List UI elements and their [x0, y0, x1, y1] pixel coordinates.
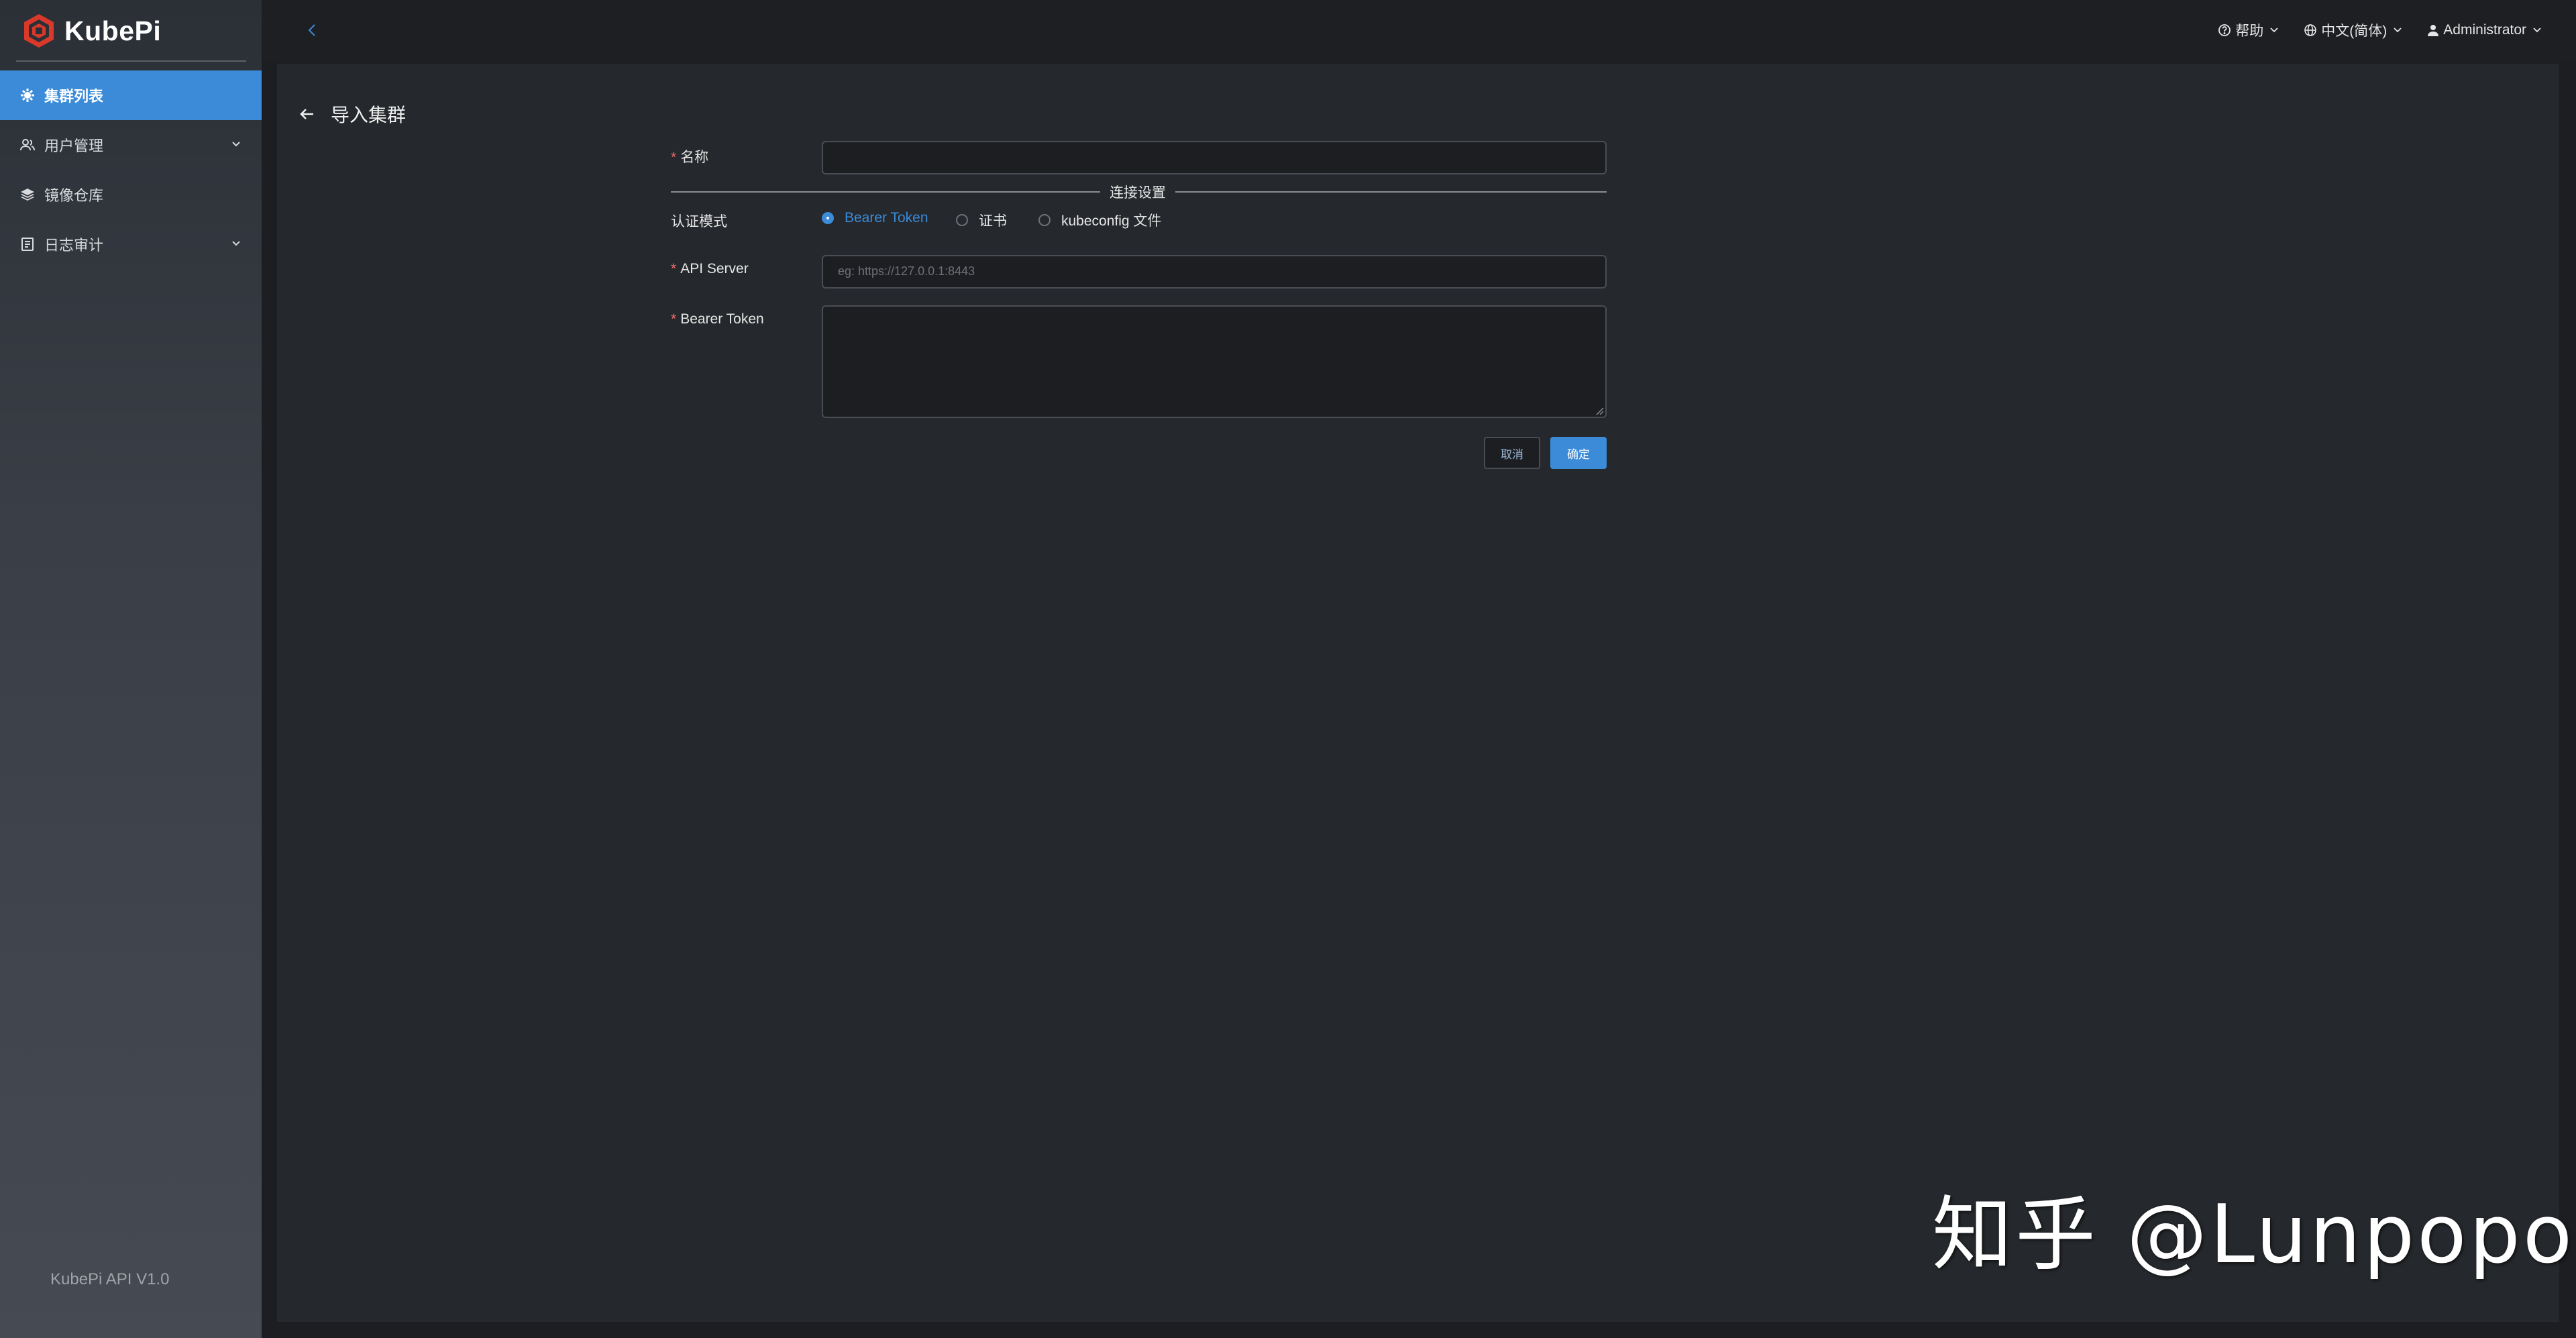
- connection-settings-title: 连接设置: [1100, 182, 1175, 202]
- api-server-label-text: API Server: [680, 261, 749, 276]
- chevron-down-icon: [232, 142, 240, 147]
- sidebar-item-label: 用户管理: [44, 138, 104, 154]
- bearer-token-textarea[interactable]: [822, 305, 1607, 418]
- sidebar-item-user-management[interactable]: 用户管理: [0, 120, 262, 170]
- radio-certificate[interactable]: 证书: [956, 210, 1007, 230]
- top-header: 帮助 中文(简体) Administrator: [262, 0, 2576, 60]
- app-logo[interactable]: KubePi: [20, 12, 161, 50]
- cluster-icon: [20, 88, 35, 103]
- confirm-button[interactable]: 确定: [1550, 437, 1607, 469]
- required-mark: *: [671, 150, 677, 165]
- sidebar: KubePi 集群列表 用户管理 镜像仓库 日志审计 KubePi API V1…: [0, 0, 262, 1338]
- chevron-down-icon: [2270, 28, 2278, 33]
- bearer-token-label-text: Bearer Token: [680, 311, 764, 327]
- sidebar-item-label: 集群列表: [44, 88, 104, 105]
- header-actions: 帮助 中文(简体) Administrator: [2194, 20, 2542, 40]
- kubepi-logo-icon: [24, 14, 54, 48]
- help-dropdown[interactable]: 帮助: [2218, 20, 2279, 40]
- required-mark: *: [671, 261, 677, 276]
- cancel-button[interactable]: 取消: [1484, 437, 1540, 469]
- watermark-text: 知乎 @Lunpopo: [1932, 1188, 2575, 1282]
- required-mark: *: [671, 311, 677, 327]
- logo-divider: [16, 60, 246, 62]
- help-label: 帮助: [2235, 23, 2264, 39]
- radio-label: kubeconfig 文件: [1061, 213, 1162, 229]
- sidebar-menu: 集群列表 用户管理 镜像仓库 日志审计: [0, 70, 262, 269]
- user-icon: [2428, 25, 2439, 36]
- name-input[interactable]: [822, 141, 1607, 174]
- app-name: KubePi: [64, 15, 162, 46]
- chevron-down-icon: [2394, 28, 2402, 33]
- api-server-label: * API Server: [671, 261, 749, 277]
- users-icon: [20, 138, 35, 152]
- radio-unchecked-icon: [956, 214, 968, 226]
- sidebar-item-clusters[interactable]: 集群列表: [0, 70, 262, 120]
- layers-icon: [20, 187, 35, 202]
- radio-unchecked-icon: [1038, 214, 1051, 226]
- sidebar-item-label: 日志审计: [44, 237, 104, 254]
- chevron-down-icon: [232, 241, 240, 246]
- back-arrow-icon[interactable]: [297, 104, 317, 124]
- app-version: KubePi API V1.0: [50, 1270, 170, 1288]
- language-label: 中文(简体): [2321, 23, 2387, 39]
- name-label-text: 名称: [680, 150, 709, 165]
- chevron-down-icon: [2533, 28, 2541, 33]
- api-server-input[interactable]: eg: https://127.0.0.1:8443: [822, 255, 1607, 289]
- radio-label: Bearer Token: [845, 210, 928, 225]
- resize-handle-icon[interactable]: [1595, 406, 1604, 415]
- sidebar-item-audit-log[interactable]: 日志审计: [0, 219, 262, 269]
- radio-label: 证书: [979, 213, 1007, 229]
- main-content: 导入集群 * 名称 连接设置 认证模式 Bearer Token 证书 kubec…: [277, 64, 2559, 1322]
- help-circle-icon: [2218, 24, 2231, 36]
- bearer-token-label: * Bearer Token: [671, 311, 764, 327]
- name-label: * 名称: [671, 146, 708, 166]
- page-header: 导入集群: [297, 101, 406, 127]
- username-label: Administrator: [2443, 22, 2526, 38]
- document-icon: [20, 237, 35, 252]
- auth-mode-label: 认证模式: [671, 214, 727, 229]
- sidebar-item-image-registry[interactable]: 镜像仓库: [0, 170, 262, 219]
- page-title: 导入集群: [331, 105, 407, 125]
- sidebar-item-label: 镜像仓库: [44, 187, 104, 204]
- radio-checked-icon: [822, 212, 834, 224]
- api-server-placeholder: eg: https://127.0.0.1:8443: [838, 264, 975, 278]
- user-dropdown[interactable]: Administrator: [2427, 22, 2542, 38]
- radio-bearer-token[interactable]: Bearer Token: [822, 210, 928, 226]
- collapse-sidebar-icon[interactable]: [302, 20, 322, 40]
- radio-kubeconfig[interactable]: kubeconfig 文件: [1038, 210, 1161, 230]
- globe-icon: [2304, 24, 2317, 36]
- language-dropdown[interactable]: 中文(简体): [2304, 20, 2403, 40]
